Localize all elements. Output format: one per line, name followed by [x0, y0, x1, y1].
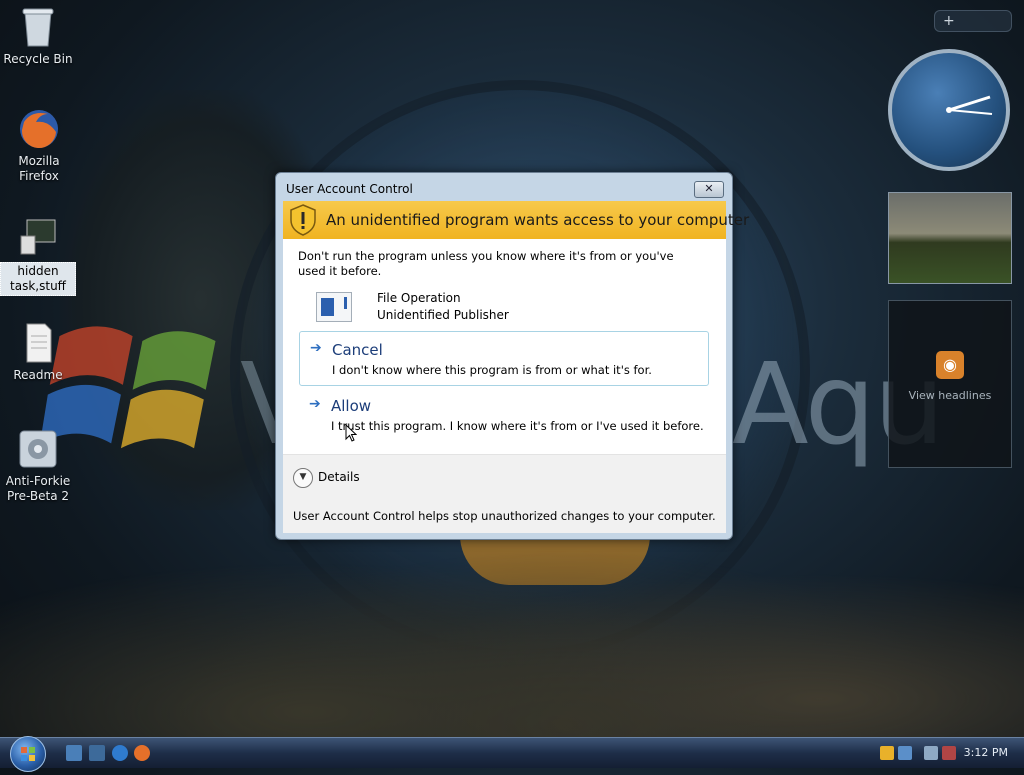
rss-icon: ◉	[936, 351, 964, 379]
desktop-icon-label: Recycle Bin	[3, 52, 73, 66]
desktop-icon-label: Readme	[13, 368, 63, 382]
security-shield-icon	[290, 204, 316, 236]
windows-start-icon	[21, 747, 35, 761]
recycle-bin-icon	[17, 6, 59, 48]
plus-icon: +	[943, 13, 955, 29]
cancel-option[interactable]: ➔ Cancel I don't know where this program…	[299, 331, 709, 386]
program-name: File Operation	[377, 291, 461, 305]
banner-heading: An unidentified program wants access to …	[326, 211, 750, 229]
desktop-icon-recycle-bin[interactable]: Recycle Bin	[0, 6, 76, 67]
dialog-body: Don't run the program unless you know wh…	[283, 239, 726, 533]
cancel-option-heading: Cancel	[332, 341, 383, 359]
system-tray: 3:12 PM	[864, 738, 1024, 768]
uac-dialog: User Account Control ✕ An unidentified p…	[275, 172, 749, 540]
sidebar-add-gadget-button[interactable]: +	[934, 10, 1012, 32]
firefox-icon	[18, 108, 60, 150]
dialog-titlebar[interactable]: User Account Control ✕	[276, 173, 732, 199]
clock-gadget[interactable]	[888, 49, 1010, 171]
switch-windows-icon[interactable]	[89, 745, 105, 761]
blue-arrow-icon: ➔	[310, 340, 322, 356]
close-icon: ✕	[704, 182, 714, 195]
warning-text: Don't run the program unless you know wh…	[298, 249, 674, 278]
feed-headlines-gadget[interactable]: ◉ View headlines	[888, 300, 1012, 468]
desktop-icon-label: Mozilla Firefox	[18, 154, 60, 183]
desktop-icon-label: Anti-Forkie Pre-Beta 2	[5, 474, 71, 503]
internet-explorer-icon[interactable]	[112, 745, 128, 761]
desktop-icon-anti-forkie[interactable]: Anti-Forkie Pre-Beta 2	[0, 428, 76, 504]
desktop-icon-label: hidden task,stuff	[0, 262, 76, 296]
show-desktop-icon[interactable]	[66, 745, 82, 761]
start-button[interactable]	[10, 736, 46, 772]
allow-option[interactable]: ➔ Allow I trust this program. I know whe…	[299, 388, 709, 443]
taskbar: 3:12 PM	[0, 736, 1024, 772]
desktop-icon-hidden-task[interactable]: hidden task,stuff	[0, 216, 76, 296]
taskbar-clock[interactable]: 3:12 PM	[964, 746, 1008, 759]
dialog-footer: User Account Control helps stop unauthor…	[283, 498, 726, 533]
clock-hands-icon	[946, 95, 993, 115]
slideshow-gadget[interactable]	[888, 192, 1012, 284]
warning-banner: An unidentified program wants access to …	[283, 201, 749, 239]
gear-icon	[17, 428, 59, 470]
allow-option-description: I trust this program. I know where it's …	[331, 419, 704, 433]
mouse-cursor-icon	[345, 424, 357, 442]
chevron-down-icon[interactable]: ▼	[293, 468, 313, 488]
firefox-quicklaunch-icon[interactable]	[134, 745, 150, 761]
close-button[interactable]: ✕	[694, 181, 724, 198]
cancel-option-description: I don't know where this program is from …	[332, 363, 652, 377]
blue-arrow-icon: ➔	[309, 396, 321, 412]
dialog-title: User Account Control	[286, 182, 413, 196]
volume-muted-tray-icon[interactable]	[942, 746, 956, 760]
network-tray-icon[interactable]	[924, 746, 938, 760]
security-center-tray-icon[interactable]	[898, 746, 912, 760]
security-shield-tray-icon[interactable]	[880, 746, 894, 760]
details-toggle[interactable]: ▼ Details	[283, 454, 726, 499]
desktop-icon-firefox[interactable]: Mozilla Firefox	[1, 108, 77, 184]
footer-text: User Account Control helps stop unauthor…	[293, 509, 716, 523]
feed-gadget-label: View headlines	[908, 389, 992, 402]
program-icon	[316, 292, 352, 322]
allow-option-heading: Allow	[331, 397, 372, 415]
details-label: Details	[318, 470, 360, 484]
text-document-icon	[17, 322, 59, 364]
program-publisher: Unidentified Publisher	[377, 308, 509, 322]
desktop-icon-readme[interactable]: Readme	[0, 322, 76, 383]
computer-shortcut-icon	[17, 216, 59, 258]
